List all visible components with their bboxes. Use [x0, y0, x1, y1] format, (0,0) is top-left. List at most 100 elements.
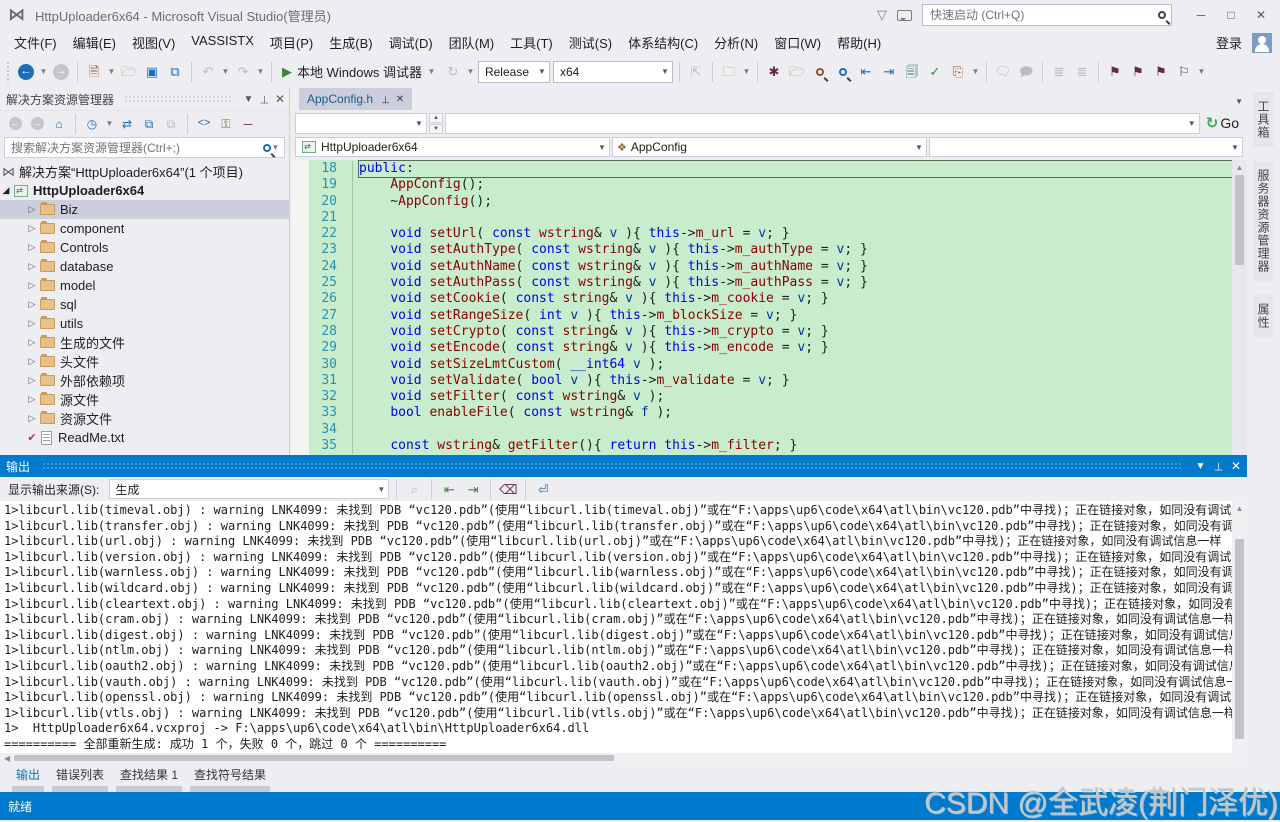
scroll-thumb[interactable] [14, 755, 614, 761]
spin-down-icon[interactable]: ▼ [429, 124, 443, 134]
scroll-up-icon[interactable]: ▲ [1236, 501, 1244, 516]
menu-item-0[interactable]: 文件(F) [6, 31, 65, 54]
preview-selected-icon[interactable]: ⧉ [162, 115, 180, 133]
bottom-tab-0[interactable]: 输出 [10, 763, 46, 792]
code-line-23[interactable]: 23 void setAuthType( const wstring& v ){… [309, 242, 1247, 258]
minimize-button[interactable]: ─ [1188, 4, 1214, 26]
scroll-up-icon[interactable]: ▲ [1236, 160, 1244, 175]
breakpoint-margin[interactable] [291, 160, 309, 455]
quick-launch-input[interactable] [928, 7, 1158, 23]
start-debugging-button[interactable]: ▶ 本地 Windows 调试器 ▼ [278, 62, 440, 81]
menu-item-1[interactable]: 编辑(E) [65, 31, 124, 54]
menu-item-7[interactable]: 团队(M) [441, 31, 503, 54]
code-line-26[interactable]: 26 void setCookie( const string& v ){ th… [309, 291, 1247, 307]
find-dropdown[interactable]: ▼ [742, 67, 751, 76]
menu-item-4[interactable]: 项目(P) [262, 31, 321, 54]
scroll-thumb[interactable] [1235, 175, 1244, 265]
va-context-combo[interactable]: ▼ [295, 113, 427, 134]
pending-changes-filter-icon[interactable]: ◷ [83, 115, 101, 133]
navigate-forward-icon[interactable]: → [51, 62, 71, 82]
collapse-arrow-icon[interactable]: ▷ [26, 299, 38, 310]
menu-item-11[interactable]: 分析(N) [706, 31, 766, 54]
code-editor[interactable]: 18public:19 AppConfig();20 ~AppConfig();… [291, 160, 1247, 455]
home-icon[interactable]: ⌂ [50, 115, 68, 133]
comment-icon[interactable]: 🗨 [993, 62, 1013, 82]
navigate-back-dropdown[interactable]: ▼ [39, 67, 48, 76]
view-code-icon[interactable]: <> [195, 115, 213, 133]
solution-explorer-header[interactable]: 解决方案资源管理器 ▼ ⊣ ✕ [0, 88, 289, 110]
output-title-bar[interactable]: 输出 ▼ ⊣ ✕ [0, 455, 1247, 477]
find-in-files-icon[interactable]: 🗀 [719, 62, 739, 82]
menu-item-2[interactable]: 视图(V) [124, 31, 183, 54]
menu-item-10[interactable]: 体系结构(C) [620, 31, 706, 54]
tree-folder-3[interactable]: ▷database [0, 257, 289, 276]
notifications-filter-icon[interactable]: ▽ [877, 7, 887, 23]
tree-folder-1[interactable]: ▷component [0, 219, 289, 238]
document-list-dropdown[interactable]: ▼ [1235, 97, 1243, 106]
redo-icon[interactable]: ↷ [233, 62, 253, 82]
va-definition-field[interactable]: ▼ [445, 113, 1200, 134]
va-find-symbol-icon[interactable] [810, 62, 830, 82]
output-log[interactable]: 1>libcurl.lib(timeval.obj) : warning LNK… [0, 501, 1232, 753]
code-line-30[interactable]: 30 void setSizeLmtCustom( __int64 v ); [309, 357, 1247, 373]
tab-toolbox[interactable]: 工具箱 [1253, 92, 1274, 147]
tree-file-readme[interactable]: ✔ ReadMe.txt [0, 428, 289, 447]
tree-folder-2[interactable]: ▷Controls [0, 238, 289, 257]
tree-folder-6[interactable]: ▷utils [0, 314, 289, 333]
close-button[interactable]: ✕ [1248, 4, 1274, 26]
maximize-button[interactable]: □ [1218, 4, 1244, 26]
redo-dropdown[interactable]: ▼ [256, 67, 265, 76]
open-file-icon[interactable]: 🗁 [119, 62, 139, 82]
se-back-icon[interactable]: ← [6, 115, 24, 133]
tree-folder-9[interactable]: ▷外部依赖项 [0, 371, 289, 390]
attach-to-process-icon[interactable]: ⇱ [686, 62, 706, 82]
va-paste-history-icon[interactable]: 🗐 [902, 62, 922, 82]
menu-item-12[interactable]: 窗口(W) [766, 31, 829, 54]
va-spinner[interactable]: ▲ ▼ [429, 113, 443, 134]
menu-item-5[interactable]: 生成(B) [321, 31, 380, 54]
code-line-19[interactable]: 19 AppConfig(); [309, 177, 1247, 193]
code-line-27[interactable]: 27 void setRangeSize( int v ){ this->m_b… [309, 308, 1247, 324]
output-horizontal-scrollbar[interactable]: ◀ [0, 753, 1247, 763]
filter-dropdown[interactable]: ▼ [105, 119, 114, 128]
window-position-icon[interactable]: ▼ [243, 94, 253, 105]
collapse-arrow-icon[interactable]: ▷ [26, 356, 38, 367]
menu-item-3[interactable]: VASSISTX [183, 31, 262, 54]
code-line-34[interactable]: 34 [309, 422, 1247, 438]
member-scope-combo[interactable]: ▼ [929, 137, 1243, 157]
bottom-tab-3[interactable]: 查找符号结果 [188, 763, 272, 792]
toolbar-grip[interactable] [6, 61, 11, 83]
va-find-references-icon[interactable] [833, 62, 853, 82]
next-bookmark-icon[interactable]: ⚑ [1151, 62, 1171, 82]
code-line-35[interactable]: 35 const wstring& getFilter(){ return th… [309, 438, 1247, 454]
project-scope-combo[interactable]: HttpUploader6x64 ▼ [295, 137, 610, 157]
bottom-tab-2[interactable]: 查找结果 1 [114, 763, 184, 792]
tree-project-node[interactable]: ◢ HttpUploader6x64 [0, 181, 289, 200]
tab-properties[interactable]: 属性 [1253, 295, 1274, 337]
collapse-arrow-icon[interactable]: ▷ [26, 204, 38, 215]
code-line-18[interactable]: 18public: [309, 161, 1247, 177]
new-file-dropdown[interactable]: ▼ [107, 67, 116, 76]
tree-folder-5[interactable]: ▷sql [0, 295, 289, 314]
tab-appconfig-h[interactable]: AppConfig.h ⊣ ✕ [299, 88, 412, 110]
window-position-icon[interactable]: ▼ [1195, 461, 1205, 472]
code-line-29[interactable]: 29 void setEncode( const string& v ){ th… [309, 340, 1247, 356]
quick-launch-box[interactable] [922, 4, 1172, 26]
close-panel-icon[interactable]: ✕ [275, 92, 285, 106]
toggle-word-wrap-icon[interactable]: ⏎ [533, 479, 553, 499]
va-open-file-icon[interactable]: 🗁 [787, 62, 807, 82]
undo-icon[interactable]: ↶ [198, 62, 218, 82]
collapse-arrow-icon[interactable]: ▷ [26, 242, 38, 253]
debugger-dropdown[interactable]: ▼ [427, 67, 436, 76]
editor-vertical-scrollbar[interactable]: ▲ [1232, 160, 1247, 455]
close-panel-icon[interactable]: ✕ [1231, 459, 1241, 473]
uncomment-icon[interactable]: 🗩 [1016, 62, 1036, 82]
tree-folder-7[interactable]: ▷生成的文件 [0, 333, 289, 352]
prev-bookmark-icon[interactable]: ⚑ [1128, 62, 1148, 82]
class-scope-combo[interactable]: ❖ AppConfig ▼ [612, 137, 927, 157]
va-refactor-icon[interactable]: ⎘ [948, 62, 968, 82]
tab-pin-icon[interactable]: ⊣ [379, 95, 390, 104]
code-line-32[interactable]: 32 void setFilter( const wstring& v ); [309, 389, 1247, 405]
collapse-arrow-icon[interactable]: ▷ [26, 413, 38, 424]
collapse-arrow-icon[interactable]: ▷ [26, 394, 38, 405]
